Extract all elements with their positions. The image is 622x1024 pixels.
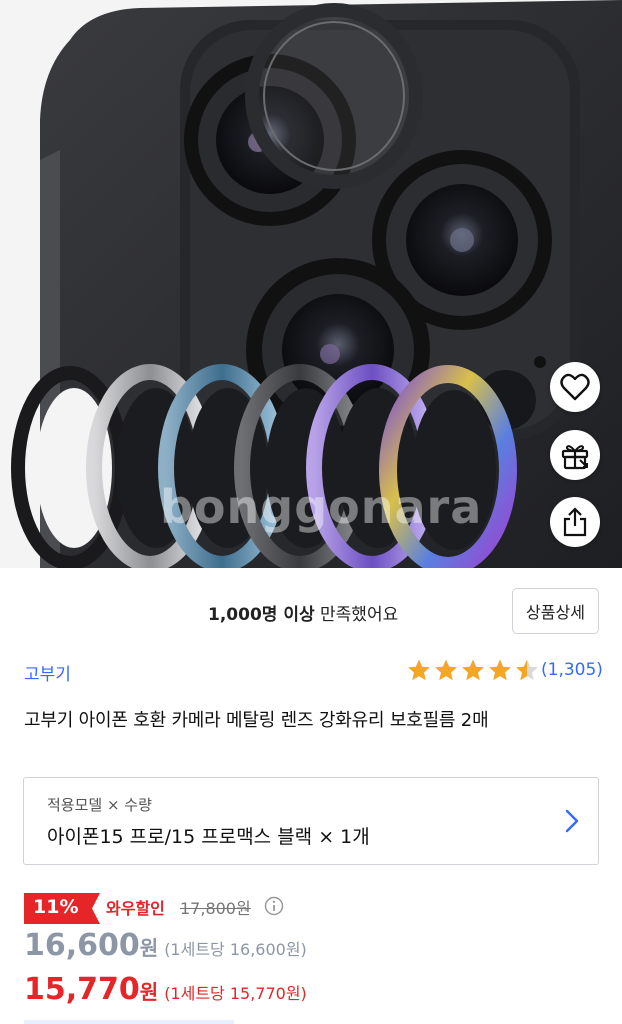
satisfaction-text: 1,000명 이상 만족했어요	[208, 600, 398, 625]
chevron-right-icon	[565, 809, 579, 833]
star-icon	[489, 659, 511, 681]
option-label: 적용모델 × 수량	[47, 796, 152, 814]
sale-price-value: 16,600	[24, 928, 140, 963]
star-icon	[462, 659, 484, 681]
sale-price-unit: 원	[139, 936, 159, 960]
discount-badge: 11%	[24, 893, 100, 924]
watermark: bonggonara	[160, 480, 483, 534]
heart-icon	[560, 373, 590, 401]
brand-link[interactable]: 고부기	[24, 660, 71, 685]
wow-discount-label: 와우할인	[106, 899, 165, 918]
gift-button[interactable]	[550, 430, 600, 480]
star-icon	[435, 659, 457, 681]
star-icon	[408, 659, 430, 681]
star-icon	[516, 659, 538, 681]
satisfaction-count: 1,000명 이상	[208, 605, 315, 625]
satisfaction-suffix: 만족했어요	[314, 605, 399, 625]
review-count[interactable]: (1,305)	[541, 660, 603, 680]
discount-rate: 11%	[33, 896, 79, 918]
divider	[24, 1020, 234, 1024]
sale-price-per-set: (1세트당 16,600원)	[164, 940, 307, 959]
sale-price: 16,600원 (1세트당 16,600원)	[24, 928, 307, 963]
original-price: 17,800원	[180, 899, 251, 918]
wishlist-button[interactable]	[550, 362, 600, 412]
option-value: 아이폰15 프로/15 프로맥스 블랙 × 1개	[47, 826, 370, 848]
option-selector[interactable]: 적용모델 × 수량 아이폰15 프로/15 프로맥스 블랙 × 1개	[23, 777, 599, 865]
share-icon	[563, 507, 587, 537]
gift-icon	[561, 445, 589, 470]
rating-stars[interactable]	[406, 658, 540, 684]
product-title: 고부기 아이폰 호환 카메라 메탈링 렌즈 강화유리 보호필름 2매	[24, 710, 489, 731]
satisfaction-row: 1,000명 이상 만족했어요 상품상세	[0, 588, 622, 634]
wow-price: 15,770원 (1세트당 15,770원)	[24, 972, 307, 1007]
wow-price-per-set: (1세트당 15,770원)	[164, 984, 307, 1003]
product-detail-button[interactable]: 상품상세	[512, 588, 599, 634]
wow-price-unit: 원	[139, 980, 159, 1004]
info-icon[interactable]	[264, 896, 284, 916]
product-image[interactable]: bonggonara	[0, 0, 622, 568]
wow-price-value: 15,770	[24, 972, 140, 1007]
share-button[interactable]	[550, 497, 600, 547]
